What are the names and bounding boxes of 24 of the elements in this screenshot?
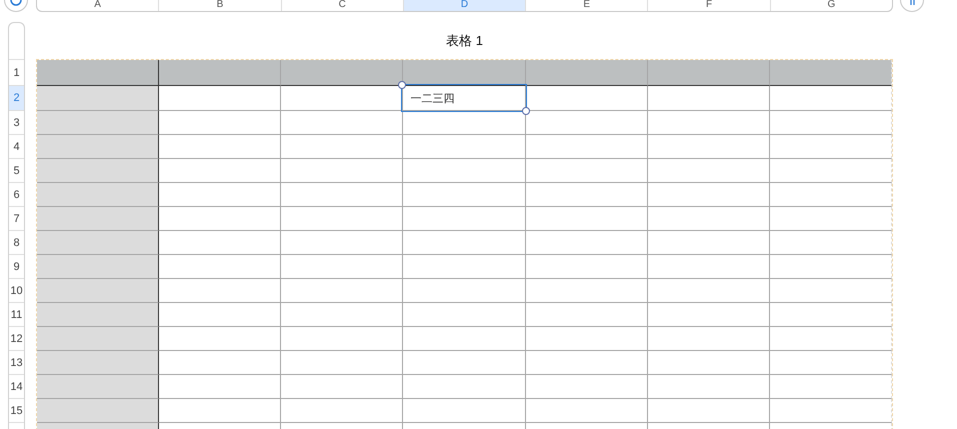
row-header[interactable]: 7 (9, 207, 24, 231)
row-header[interactable]: 2 (9, 86, 24, 111)
row-header[interactable]: 8 (9, 231, 24, 255)
row-header[interactable]: 9 (9, 255, 24, 279)
row-header[interactable]: 10 (9, 279, 24, 303)
column-header[interactable]: G (770, 0, 892, 11)
row-header[interactable]: 13 (9, 351, 24, 375)
row-header[interactable]: 3 (9, 111, 24, 135)
column-header[interactable]: E (526, 0, 648, 11)
table-cell[interactable]: 一二三四 (398, 81, 530, 115)
row-header[interactable]: 12 (9, 327, 24, 351)
selection-handle[interactable] (522, 107, 530, 115)
row-header[interactable]: 14 (9, 375, 24, 399)
row-header[interactable]: 6 (9, 183, 24, 207)
row-header[interactable]: 4 (9, 135, 24, 159)
column-header[interactable]: D (404, 0, 526, 11)
row-header[interactable]: 15 (9, 399, 24, 423)
row-header[interactable]: 11 (9, 303, 24, 327)
column-header[interactable]: F (648, 0, 771, 11)
table-title: 表格 1 (445, 32, 484, 50)
column-header[interactable]: B (159, 0, 282, 11)
selection-handle[interactable] (398, 81, 406, 89)
row-header[interactable]: 5 (9, 159, 24, 183)
column-header[interactable]: A (37, 0, 160, 11)
